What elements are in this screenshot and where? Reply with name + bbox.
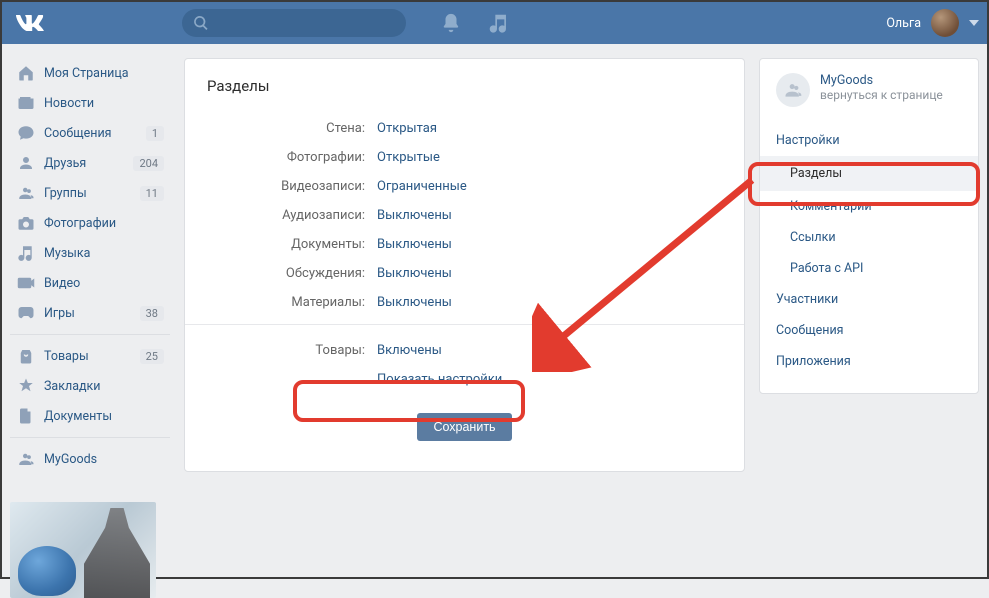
header-username: Ольга — [886, 16, 921, 31]
field-label: Стена: — [207, 121, 377, 136]
nav-item-news[interactable]: Новости — [10, 88, 170, 118]
setting-row: Стена:Открытая — [207, 121, 722, 136]
field-label: Аудиозаписи: — [207, 208, 377, 223]
setting-row: Документы:Выключены — [207, 237, 722, 252]
field-value-dropdown[interactable]: Открытая — [377, 121, 437, 136]
user-menu[interactable]: Ольга — [886, 9, 979, 37]
nav-label: MyGoods — [44, 452, 164, 467]
nav-label: Товары — [44, 349, 140, 364]
field-value-dropdown[interactable]: Выключены — [377, 295, 452, 310]
group-name-link[interactable]: MyGoods — [820, 73, 943, 88]
video-icon — [16, 273, 36, 293]
field-value-dropdown[interactable]: Ограниченные — [377, 179, 467, 194]
nav-label: Группы — [44, 186, 140, 201]
nav-count-badge: 25 — [140, 349, 164, 364]
nav-item-home[interactable]: Моя Страница — [10, 58, 170, 88]
nav-label: Игры — [44, 306, 140, 321]
rp-item-api[interactable]: Работа с API — [776, 253, 962, 284]
nav-item-music[interactable]: Музыка — [10, 238, 170, 268]
nav-label: Фотографии — [44, 216, 164, 231]
rp-item-members[interactable]: Участники — [776, 284, 962, 315]
rp-item-comments[interactable]: Комментарии — [776, 191, 962, 222]
news-icon — [16, 93, 36, 113]
photo-icon — [16, 213, 36, 233]
rp-item-links[interactable]: Ссылки — [776, 222, 962, 253]
music-icon — [16, 243, 36, 263]
field-value-dropdown[interactable]: Выключены — [377, 208, 452, 223]
groups-icon — [16, 449, 36, 469]
field-value-goods[interactable]: Включены — [377, 343, 442, 358]
nav-item-friends[interactable]: Друзья204 — [10, 148, 170, 178]
friends-icon — [16, 153, 36, 173]
field-value-dropdown[interactable]: Открытые — [377, 150, 440, 165]
nav-item-bookmark[interactable]: Закладки — [10, 371, 170, 401]
rp-item-sections-active[interactable]: Разделы — [760, 156, 978, 191]
nav-item-video[interactable]: Видео — [10, 268, 170, 298]
home-icon — [16, 63, 36, 83]
nav-label: Музыка — [44, 246, 164, 261]
nav-label: Видео — [44, 276, 164, 291]
goods-icon — [16, 346, 36, 366]
field-label: Документы: — [207, 237, 377, 252]
nav-label: Документы — [44, 409, 164, 424]
back-to-page-link[interactable]: вернуться к странице — [820, 88, 943, 102]
nav-label: Новости — [44, 96, 164, 111]
music-icon[interactable] — [488, 12, 510, 34]
search-input[interactable] — [182, 9, 406, 37]
nav-item-games[interactable]: Игры38 — [10, 298, 170, 328]
field-label: Видеозаписи: — [207, 179, 377, 194]
field-value-dropdown[interactable]: Выключены — [377, 237, 452, 252]
docs-icon — [16, 406, 36, 426]
save-button[interactable]: Сохранить — [417, 413, 511, 441]
nav-separator — [10, 334, 170, 335]
games-icon — [16, 303, 36, 323]
setting-row: Видеозаписи:Ограниченные — [207, 179, 722, 194]
nav-item-groups[interactable]: Группы11 — [10, 178, 170, 208]
field-label: Обсуждения: — [207, 266, 377, 281]
groups-icon — [16, 183, 36, 203]
left-sidebar: Моя СтраницаНовостиСообщения1Друзья204Гр… — [10, 58, 170, 598]
notifications-icon[interactable] — [440, 12, 462, 34]
nav-label: Сообщения — [44, 126, 146, 141]
nav-label: Закладки — [44, 379, 164, 394]
field-label-goods: Товары: — [207, 343, 377, 358]
nav-item-docs[interactable]: Документы — [10, 401, 170, 431]
header: Ольга — [2, 2, 987, 44]
rp-item-apps[interactable]: Приложения — [776, 346, 962, 377]
nav-item-groups[interactable]: MyGoods — [10, 444, 170, 474]
group-avatar-placeholder — [776, 73, 810, 107]
field-value-dropdown[interactable]: Выключены — [377, 266, 452, 281]
nav-label: Друзья — [44, 156, 133, 171]
nav-item-goods[interactable]: Товары25 — [10, 341, 170, 371]
bookmark-icon — [16, 376, 36, 396]
nav-count-badge: 11 — [140, 186, 164, 201]
nav-item-photo[interactable]: Фотографии — [10, 208, 170, 238]
page-title: Разделы — [207, 77, 722, 95]
setting-row: Фотографии:Открытые — [207, 150, 722, 165]
nav-count-badge: 204 — [133, 156, 164, 171]
rp-item-settings[interactable]: Настройки — [776, 125, 962, 156]
settings-panel: Разделы Стена:ОткрытаяФотографии:Открыты… — [184, 58, 745, 472]
setting-row: Аудиозаписи:Выключены — [207, 208, 722, 223]
field-label: Фотографии: — [207, 150, 377, 165]
nav-item-msg[interactable]: Сообщения1 — [10, 118, 170, 148]
chevron-down-icon — [969, 20, 979, 26]
nav-count-badge: 1 — [146, 126, 164, 141]
setting-row: Обсуждения:Выключены — [207, 266, 722, 281]
divider — [185, 324, 744, 325]
avatar — [931, 9, 959, 37]
show-settings-link[interactable]: Показать настройки — [377, 372, 502, 387]
field-label: Материалы: — [207, 295, 377, 310]
setting-row: Материалы:Выключены — [207, 295, 722, 310]
sidebar-thumbnail[interactable] — [10, 502, 156, 598]
nav-label: Моя Страница — [44, 66, 164, 81]
nav-count-badge: 38 — [140, 306, 164, 321]
msg-icon — [16, 123, 36, 143]
vk-logo[interactable] — [16, 9, 44, 37]
search-icon — [194, 16, 208, 30]
rp-item-messages[interactable]: Сообщения — [776, 315, 962, 346]
nav-separator — [10, 437, 170, 438]
right-sidebar: MyGoods вернуться к странице Настройки Р… — [759, 58, 979, 394]
